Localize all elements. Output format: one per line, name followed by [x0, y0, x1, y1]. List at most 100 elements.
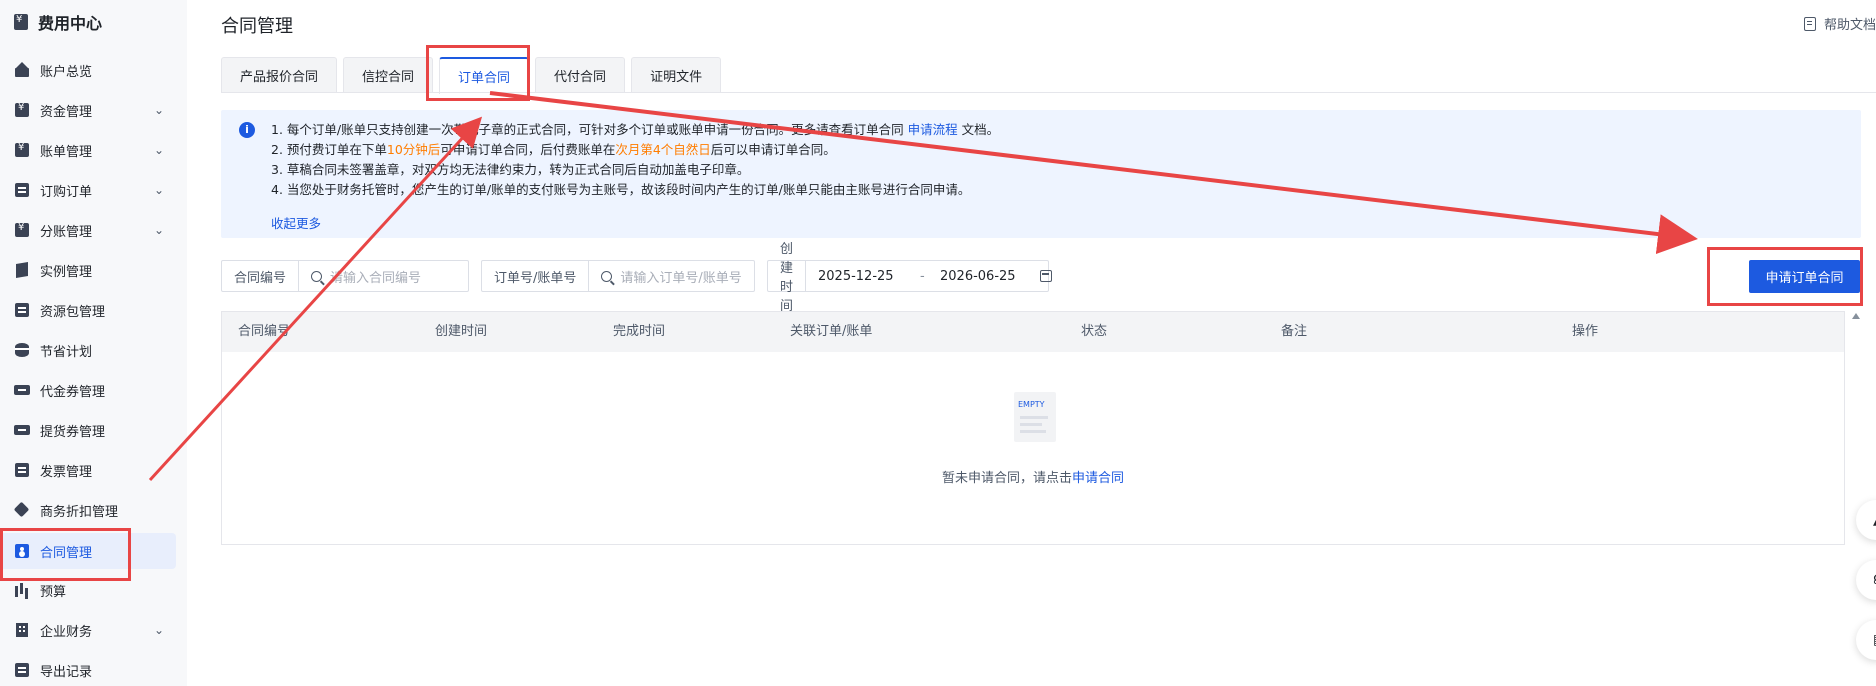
date-filter: 创建时间 2025-12-25 - 2026-06-25 — [767, 242, 1053, 314]
date-end: 2026-06-25 — [940, 268, 1016, 284]
empty-state: EMPTY 暂未申请合同，请点击申请合同 — [222, 352, 1844, 544]
sidebar-item-saving-plan[interactable]: 节省计划 — [0, 332, 176, 368]
tab-quote-contract[interactable]: 产品报价合同 — [221, 57, 338, 93]
sidebar-item-label: 账户总览 — [40, 64, 93, 80]
sidebar-item-label: 提货券管理 — [40, 424, 106, 440]
info-icon: i — [239, 122, 255, 138]
cube-icon — [14, 262, 30, 278]
empty-document-icon: EMPTY — [1014, 392, 1056, 442]
tab-payment-contract[interactable]: 代付合同 — [535, 57, 626, 93]
tag-icon — [14, 502, 30, 518]
sidebar-item-label: 代金券管理 — [40, 384, 106, 400]
sidebar-item-label: 资源包管理 — [40, 304, 106, 320]
sidebar-item-invoice[interactable]: 发票管理 — [0, 452, 176, 488]
contract-no-input[interactable]: 请输入合同编号 — [299, 261, 421, 291]
bill-icon — [14, 142, 30, 158]
app-root: 费用中心 账户总览 资金管理 ⌄ 账单管理 ⌄ 订购订单 ⌄ 分账管理 ⌄ — [0, 0, 1876, 686]
contract-no-filter: 合同编号 请输入合同编号 — [221, 260, 469, 292]
calendar-icon — [1040, 270, 1053, 282]
help-doc-label: 帮助文档 — [1823, 18, 1876, 33]
annotation-highlight-button — [1707, 247, 1863, 306]
sidebar-item-export[interactable]: 导出记录 — [0, 652, 176, 686]
notice-line-1: 1. 每个订单/账单只支持创建一次带电子章的正式合同，可针对多个订单或账单申请一… — [271, 122, 1000, 137]
brand: 费用中心 — [14, 10, 102, 34]
date-label: 创建时间 — [768, 242, 807, 314]
scroll-up-arrow-icon[interactable] — [1852, 313, 1860, 319]
chevron-down-icon: ⌄ — [153, 103, 164, 117]
float-button-docs[interactable]: ▤ — [1856, 620, 1876, 660]
order-no-input[interactable]: 请输入订单号/账单号 — [589, 261, 742, 291]
sidebar-item-package[interactable]: 资源包管理 — [0, 292, 176, 328]
notice-line-2: 2. 预付费订单在下单10分钟后可申请订单合同，后付费账单在次月第4个自然日后可… — [271, 142, 836, 157]
annotation-highlight-sidebar — [0, 528, 131, 581]
contract-table: 合同编号 创建时间 完成时间 关联订单/账单 状态 备注 操作 EMPTY 暂未… — [221, 311, 1845, 545]
building-icon — [14, 622, 30, 638]
date-start: 2025-12-25 — [818, 268, 894, 284]
chart-icon — [14, 582, 30, 598]
notice-line-4: 4. 当您处于财务托管时，您产生的订单/账单的支付账号为主账号，故该段时间内产生… — [271, 182, 971, 197]
document-icon — [1803, 16, 1816, 31]
sidebar-item-label: 账单管理 — [40, 144, 93, 160]
col-status: 状态 — [1081, 324, 1108, 339]
sidebar-item-instance[interactable]: 实例管理 — [0, 252, 176, 288]
search-icon — [601, 270, 613, 282]
sidebar-item-order[interactable]: 订购订单 ⌄ — [0, 172, 176, 208]
notice-line-3: 3. 草稿合同未签署盖章，对双方均无法律约束力，转为正式合同后自动加盖电子印章。 — [271, 162, 750, 177]
fund-icon — [14, 102, 30, 118]
sidebar-item-label: 资金管理 — [40, 104, 93, 120]
database-icon — [14, 342, 30, 358]
search-icon — [311, 270, 323, 282]
house-icon — [14, 62, 30, 78]
sidebar: 费用中心 账户总览 资金管理 ⌄ 账单管理 ⌄ 订购订单 ⌄ 分账管理 ⌄ — [0, 0, 187, 686]
voucher-icon — [14, 382, 30, 398]
float-button-assistant[interactable]: ▲ — [1856, 500, 1876, 540]
sidebar-item-bill[interactable]: 账单管理 ⌄ — [0, 132, 176, 168]
col-related-order: 关联订单/账单 — [790, 324, 873, 339]
tab-credit-contract[interactable]: 信控合同 — [343, 57, 434, 93]
coupon-icon — [14, 422, 30, 438]
sidebar-item-fund[interactable]: 资金管理 ⌄ — [0, 92, 176, 128]
order-no-label: 订单号/账单号 — [482, 261, 590, 291]
sidebar-item-label: 节省计划 — [40, 344, 93, 360]
apply-contract-link[interactable]: 申请合同 — [1072, 471, 1124, 486]
notice-lines: 1. 每个订单/账单只支持创建一次带电子章的正式合同，可针对多个订单或账单申请一… — [271, 120, 999, 200]
col-created-time: 创建时间 — [435, 324, 488, 339]
order-no-filter: 订单号/账单号 请输入订单号/账单号 — [481, 260, 755, 292]
sidebar-item-split[interactable]: 分账管理 ⌄ — [0, 212, 176, 248]
date-range-picker[interactable]: 2025-12-25 - 2026-06-25 — [806, 261, 1062, 291]
chevron-down-icon: ⌄ — [153, 143, 164, 157]
chevron-down-icon: ⌄ — [153, 223, 164, 237]
export-icon — [14, 662, 30, 678]
sidebar-item-label: 订购订单 — [40, 184, 93, 200]
sidebar-item-voucher[interactable]: 代金券管理 — [0, 372, 176, 408]
sidebar-item-label: 商务折扣管理 — [40, 504, 119, 520]
help-doc-link[interactable]: 帮助文档 — [1803, 14, 1876, 33]
brand-title: 费用中心 — [38, 14, 103, 33]
sidebar-item-label: 分账管理 — [40, 224, 93, 240]
order-icon — [14, 182, 30, 198]
date-separator: - — [920, 268, 925, 284]
col-contract-no: 合同编号 — [238, 324, 291, 339]
empty-text: 暂未申请合同，请点击申请合同 — [941, 471, 1125, 486]
collapse-link[interactable]: 收起更多 — [271, 213, 321, 232]
sidebar-item-coupon[interactable]: 提货券管理 — [0, 412, 176, 448]
tab-certificate[interactable]: 证明文件 — [631, 57, 722, 93]
float-button-support[interactable]: ☊ — [1856, 560, 1876, 600]
annotation-highlight-tab — [426, 45, 530, 101]
col-finished-time: 完成时间 — [613, 324, 666, 339]
sidebar-item-discount[interactable]: 商务折扣管理 — [0, 492, 176, 528]
contract-no-label: 合同编号 — [222, 261, 300, 291]
split-icon — [14, 222, 30, 238]
chevron-down-icon: ⌄ — [153, 623, 164, 637]
sidebar-item-label: 发票管理 — [40, 464, 93, 480]
sidebar-item-label: 实例管理 — [40, 264, 93, 280]
sidebar-item-account-overview[interactable]: 账户总览 — [0, 52, 176, 88]
sidebar-item-enterprise-finance[interactable]: 企业财务 ⌄ — [0, 612, 176, 648]
page-title: 合同管理 — [221, 16, 293, 37]
fee-center-icon — [14, 14, 28, 30]
sidebar-item-label: 预算 — [40, 584, 67, 600]
invoice-icon — [14, 462, 30, 478]
apply-flow-link[interactable]: 申请流程 — [908, 122, 958, 137]
col-action: 操作 — [1572, 324, 1599, 339]
sidebar-item-label: 导出记录 — [40, 664, 93, 680]
